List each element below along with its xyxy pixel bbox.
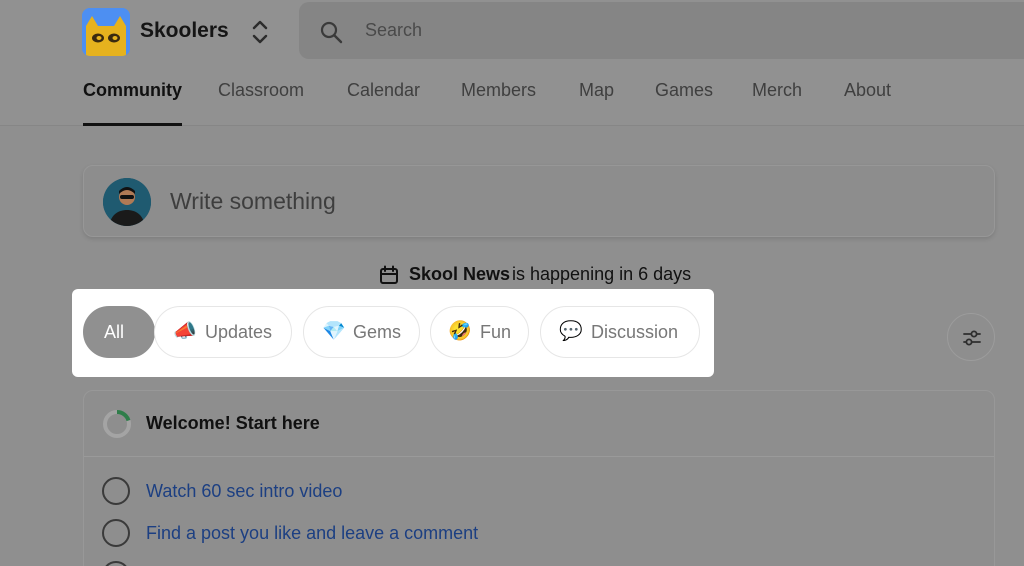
category-chip-gems[interactable]: 💎 Gems (303, 306, 420, 358)
tab-classroom[interactable]: Classroom (218, 80, 304, 126)
megaphone-icon: 📣 (173, 321, 197, 342)
top-header: Skoolers Search Community Classroom Cale… (0, 0, 1024, 126)
cat-logo-icon (82, 8, 130, 56)
speech-bubble-icon: 💬 (559, 321, 583, 342)
sliders-icon (963, 330, 981, 346)
news-text: is happening in 6 days (512, 264, 692, 284)
tab-community[interactable]: Community (83, 80, 182, 126)
onboarding-card: Welcome! Start here Watch 60 sec intro v… (83, 390, 995, 566)
category-label: Fun (480, 322, 512, 342)
category-chip-discussion[interactable]: 💬 Discussion (540, 306, 700, 358)
search-icon (319, 20, 343, 44)
post-composer[interactable]: Write something (83, 165, 995, 237)
checkbox-circle-icon[interactable] (102, 477, 130, 505)
composer-placeholder: Write something (170, 188, 336, 214)
task-link[interactable]: Find a post you like and leave a comment (146, 523, 478, 544)
search-bar[interactable]: Search (299, 2, 1024, 59)
category-label: Gems (353, 322, 402, 342)
category-chip-fun[interactable]: 🤣 Fun (430, 306, 529, 358)
group-logo[interactable] (82, 8, 130, 56)
tab-members[interactable]: Members (461, 80, 536, 126)
filter-settings-button[interactable] (947, 313, 995, 361)
tab-about[interactable]: About (844, 80, 891, 126)
avatar[interactable] (103, 178, 151, 226)
category-label: All (104, 322, 125, 342)
tab-merch[interactable]: Merch (752, 80, 802, 126)
group-name[interactable]: Skoolers (140, 19, 229, 43)
category-filter: All 📣 Updates 💎 Gems 🤣 Fun 💬 Discussion (72, 289, 714, 377)
laughing-face-icon: 🤣 (448, 321, 472, 342)
calendar-icon (379, 265, 399, 285)
tab-games[interactable]: Games (655, 80, 713, 126)
onboarding-header[interactable]: Welcome! Start here (84, 391, 994, 457)
tab-calendar[interactable]: Calendar (347, 80, 420, 126)
category-label: Discussion (591, 322, 679, 342)
search-placeholder: Search (365, 20, 423, 40)
gem-icon: 💎 (322, 321, 346, 342)
category-chip-updates[interactable]: 📣 Updates (154, 306, 292, 358)
checkbox-circle-icon[interactable] (102, 519, 130, 547)
task-link[interactable]: Watch 60 sec intro video (146, 481, 342, 502)
category-label: Updates (205, 322, 273, 342)
progress-ring-icon (102, 409, 132, 439)
community-page: Skoolers Search Community Classroom Cale… (0, 0, 1024, 566)
tab-map[interactable]: Map (579, 80, 614, 126)
user-avatar-icon (103, 178, 151, 226)
onboarding-title: Welcome! Start here (146, 413, 320, 433)
news-title: Skool News (409, 264, 511, 284)
category-chip-all[interactable]: All (83, 306, 155, 358)
checkbox-circle-icon[interactable] (102, 561, 130, 566)
group-switcher-icon[interactable] (248, 17, 272, 47)
